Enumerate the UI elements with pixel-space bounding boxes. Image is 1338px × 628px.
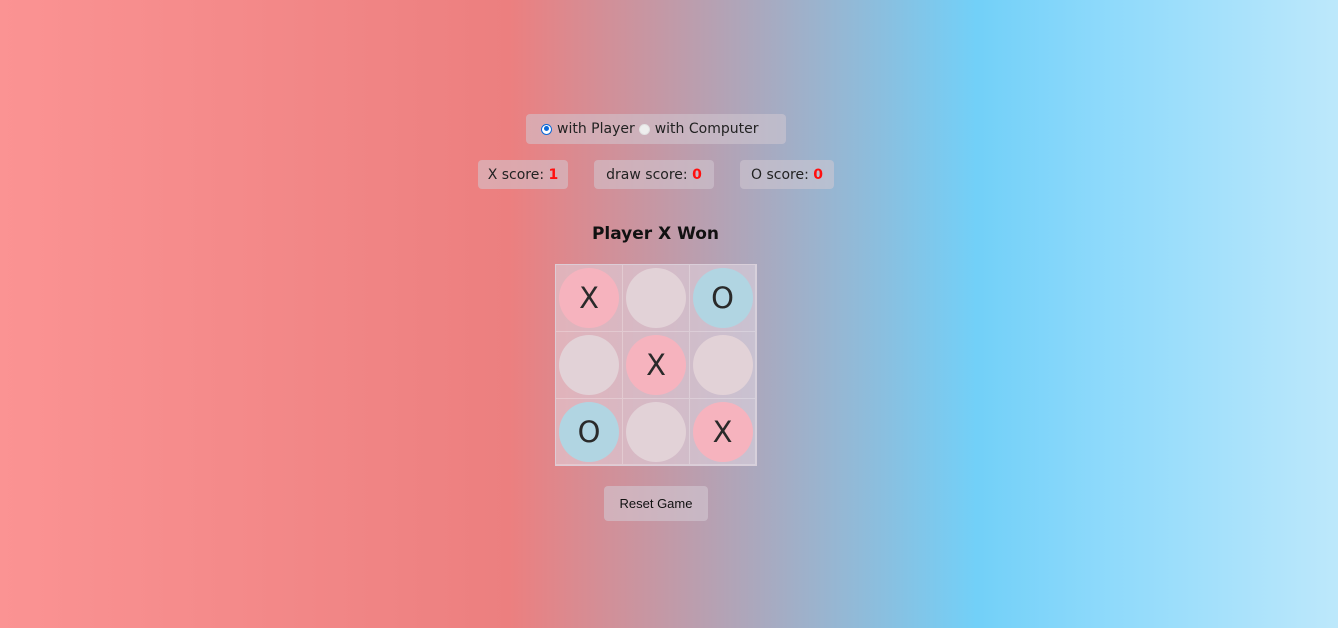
with-computer-label[interactable]: with Computer <box>655 121 759 137</box>
board-cell-2-2[interactable]: X <box>690 399 756 465</box>
x-mark: X <box>626 335 686 395</box>
x-mark: X <box>692 401 753 462</box>
reset-game-button[interactable]: Reset Game <box>604 486 708 521</box>
game-status: Player X Won <box>591 224 720 244</box>
game-mode-selector: with Player with Computer <box>526 114 786 144</box>
game-board: XOXOX <box>555 264 757 466</box>
with-player-radio[interactable] <box>541 123 552 135</box>
draw-score-value: 0 <box>692 166 702 183</box>
o-mark: O <box>692 268 753 328</box>
with-computer-radio[interactable] <box>638 123 650 135</box>
board-cell-0-2[interactable]: O <box>690 265 756 332</box>
o-score-value: 0 <box>813 166 823 183</box>
x-score-box: X score: 1 <box>478 160 568 189</box>
o-score-box: O score: 0 <box>740 160 834 189</box>
board-cell-2-1[interactable] <box>623 399 690 465</box>
empty-slot <box>626 401 686 462</box>
board-cell-2-0[interactable]: O <box>556 399 623 465</box>
draw-score-label: draw score: <box>606 166 688 183</box>
empty-slot <box>559 335 619 395</box>
board-cell-0-0[interactable]: X <box>556 265 623 332</box>
empty-slot <box>692 335 753 395</box>
x-score-label: X score: <box>487 166 545 183</box>
board-cell-1-0[interactable] <box>556 332 623 399</box>
with-player-label[interactable]: with Player <box>557 121 635 137</box>
o-score-label: O score: <box>750 166 809 183</box>
x-score-value: 1 <box>548 166 559 183</box>
board-cell-1-1[interactable]: X <box>623 332 690 399</box>
board-cell-1-2[interactable] <box>690 332 756 399</box>
empty-slot <box>626 268 686 328</box>
draw-score-box: draw score: 0 <box>594 160 714 189</box>
board-cell-0-1[interactable] <box>623 265 690 332</box>
o-mark: O <box>559 401 619 462</box>
x-mark: X <box>559 268 619 328</box>
